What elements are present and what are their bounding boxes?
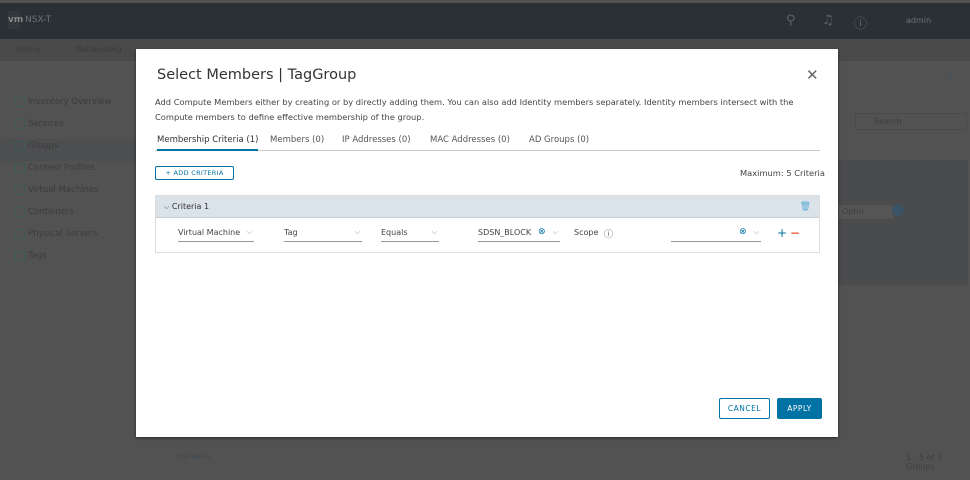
footer-count: 1 - 5 of 5 Groups [906,453,943,471]
operator-select[interactable]: Equals ⌵ [381,228,439,242]
chevron-down-icon: ⌵ [431,228,437,236]
criteria-card: ⌵ Criteria 1 🗑 Virtual Machine ⌵ Tag ⌵ Equ… [155,195,820,253]
criteria-title: Criteria 1 [171,202,210,211]
tab-mac-addresses[interactable]: MAC Addresses (0) [430,135,510,145]
chevron-down-icon[interactable]: ⌵ [164,203,169,211]
top-bar: vm NSX-T ⚲ ♫ ⓘ admin [0,3,970,39]
sidebar-item-groups[interactable]: Groups [0,139,136,161]
refresh-button[interactable]: REFRESH [178,453,210,461]
tab-members[interactable]: Members (0) [270,135,324,145]
tab-membership-criteria[interactable]: Membership Criteria (1) [157,135,259,151]
dialog-title: Select Members | TagGroup [157,67,357,83]
member-type-select[interactable]: Virtual Machine ⌵ [178,228,254,242]
minus-icon[interactable]: − [790,226,800,240]
sidebar-item-inventory-overview[interactable]: Inventory Overview [0,95,136,117]
scope-select[interactable]: ⊗ ⌵ [671,227,761,242]
nav-home[interactable]: Home [17,45,41,54]
product-name: NSX-T [25,15,52,25]
chevron-down-icon: ⌵ [354,228,360,236]
nav-networking[interactable]: Networking [76,45,122,54]
sidebar-item-virtual-machines[interactable]: Virtual Machines [0,183,136,205]
plus-icon[interactable]: + [777,226,787,240]
scope-label: Scope [574,228,599,237]
chevron-down-icon: ⌵ [246,228,252,236]
tag-value: SDSN_BLOCK [478,228,532,237]
info-icon[interactable]: ⓘ [604,227,613,240]
chevron-down-icon: ⌵ [753,228,759,236]
sidebar-item-containers[interactable]: Containers [0,205,136,227]
maximum-criteria: Maximum: 5 Criteria [740,168,825,178]
search-input[interactable]: Search [855,113,967,130]
tab-ad-groups[interactable]: AD Groups (0) [529,135,589,145]
background-panel: ? Search Optio 1 - 5 of 5 Groups [838,0,970,480]
search-icon[interactable]: ⚲ [786,13,796,28]
cancel-button[interactable]: CANCEL [719,398,770,419]
help-icon[interactable]: ? [946,72,952,86]
close-icon[interactable]: ✕ [806,66,819,84]
select-dropdown[interactable]: Optio [838,205,893,219]
add-icon[interactable] [892,204,904,216]
clear-icon[interactable]: ⊗ [538,228,546,237]
bell-icon[interactable]: ♫ [822,13,834,28]
tab-bar: Membership Criteria (1) Members (0) IP A… [155,133,820,151]
vmware-logo: vm [8,11,23,29]
trash-icon[interactable]: 🗑 [800,196,811,218]
sidebar-item-services[interactable]: Services [0,117,136,139]
operator-value: Equals [381,228,408,237]
sidebar: Inventory Overview Services Groups Conte… [0,95,136,271]
member-type-value: Virtual Machine [178,228,241,237]
sidebar-item-context-profiles[interactable]: Context Profiles [0,161,136,183]
sidebar-item-tags[interactable]: Tags [0,249,136,271]
apply-button[interactable]: APPLY [777,398,822,419]
chevron-down-icon: ⌵ [552,228,558,236]
criteria-header[interactable]: ⌵ Criteria 1 🗑 [156,196,819,218]
tag-value-select[interactable]: SDSN_BLOCK ⊗ ⌵ [478,228,560,242]
add-criteria-button[interactable]: + ADD CRITERIA [155,166,234,180]
select-members-dialog: Select Members | TagGroup ✕ Add Compute … [136,49,838,437]
sidebar-item-physical-servers[interactable]: Physical Servers [0,227,136,249]
tab-ip-addresses[interactable]: IP Addresses (0) [342,135,411,145]
attribute-select[interactable]: Tag ⌵ [284,228,362,242]
clear-icon[interactable]: ⊗ [739,227,747,237]
attribute-value: Tag [284,228,298,237]
dialog-description: Add Compute Members either by creating o… [155,97,794,122]
